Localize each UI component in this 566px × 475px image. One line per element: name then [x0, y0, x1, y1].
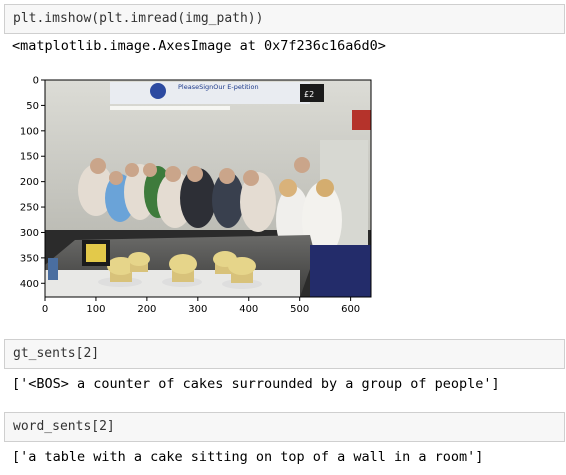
cell-output-axesimage: <matplotlib.image.AxesImage at 0x7f236c1…	[12, 38, 386, 54]
plot-svg: PleaseSignOur E-petition £2 0 100 200 30…	[20, 76, 372, 315]
code-cell-imshow[interactable]: plt.imshow(plt.imread(img_path))	[4, 4, 565, 34]
imshow-plot: PleaseSignOur E-petition £2 0 100 200 30…	[0, 70, 380, 320]
y-axis: 0 50 100 150 200 250 300 350 400	[20, 76, 45, 290]
code-text: plt.imshow(plt.imread(img_path))	[13, 11, 264, 26]
y-tick-label: 150	[20, 152, 39, 163]
x-axis: 0 100 200 300 400 500 600	[42, 297, 360, 315]
y-tick-label: 0	[33, 76, 39, 87]
price-text: £2	[304, 90, 314, 99]
x-tick-label: 300	[188, 304, 207, 315]
code-cell-gt-sents[interactable]: gt_sents[2]	[4, 339, 565, 369]
code-cell-word-sents[interactable]: word_sents[2]	[4, 412, 565, 442]
x-tick-label: 100	[86, 304, 105, 315]
y-tick-label: 200	[20, 177, 39, 188]
y-tick-label: 250	[20, 203, 39, 214]
x-tick-label: 500	[290, 304, 309, 315]
y-tick-label: 50	[26, 101, 39, 112]
photo: PleaseSignOur E-petition £2	[45, 80, 371, 297]
cell-output-word-sents: ['a table with a cake sitting on top of …	[12, 449, 484, 465]
x-tick-label: 600	[341, 304, 360, 315]
y-tick-label: 400	[20, 279, 39, 290]
x-tick-label: 200	[137, 304, 156, 315]
code-text: word_sents[2]	[13, 419, 115, 434]
code-text: gt_sents[2]	[13, 346, 100, 361]
x-tick-label: 400	[239, 304, 258, 315]
y-tick-label: 100	[20, 126, 39, 137]
banner-text: PleaseSignOur E-petition	[178, 83, 259, 91]
y-tick-label: 300	[20, 228, 39, 239]
cell-output-gt-sents: ['<BOS> a counter of cakes surrounded by…	[12, 376, 500, 392]
x-tick-label: 0	[42, 304, 48, 315]
y-tick-label: 350	[20, 253, 39, 264]
